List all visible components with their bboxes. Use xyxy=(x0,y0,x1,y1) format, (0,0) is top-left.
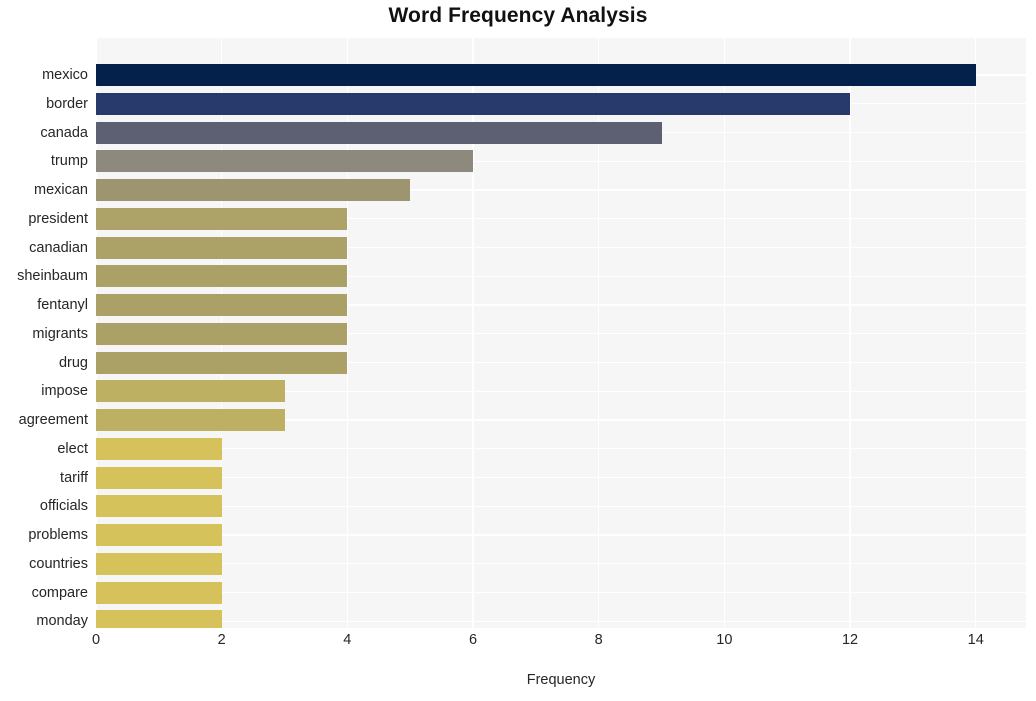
y-tick-label-tariff: tariff xyxy=(60,469,88,486)
y-tick-label-sheinbaum: sheinbaum xyxy=(17,268,88,285)
y-tick-label-officials: officials xyxy=(39,498,88,515)
x-tick-label-12: 12 xyxy=(841,632,859,648)
y-tick-label-agreement: agreement xyxy=(18,412,88,429)
y-tick-label-problems: problems xyxy=(28,527,88,544)
y-axis-tick-labels: mexico border canada trump mexican president c… xyxy=(0,38,1036,630)
x-axis-tick-labels: 0 2 4 6 8 10 12 14 xyxy=(0,632,1036,662)
x-tick-label-10: 10 xyxy=(716,632,733,648)
y-tick-label-trump: trump xyxy=(50,153,88,170)
y-tick-label-president: president xyxy=(28,210,88,227)
y-tick-label-elect: elect xyxy=(57,440,88,457)
y-tick-label-countries: countries xyxy=(29,555,88,572)
x-tick-label-8: 8 xyxy=(594,632,603,648)
y-tick-label-canadian: canadian xyxy=(29,239,88,256)
y-tick-label-canada: canada xyxy=(40,124,88,141)
x-tick-label-6: 6 xyxy=(468,632,478,648)
chart-figure: Word Frequency Analysis mexico border cana… xyxy=(0,0,1036,701)
x-tick-label-4: 4 xyxy=(343,632,352,648)
y-tick-label-impose: impose xyxy=(41,383,88,400)
x-tick-label-2: 2 xyxy=(217,632,226,648)
x-tick-label-14: 14 xyxy=(967,632,984,648)
y-tick-label-fentanyl: fentanyl xyxy=(37,297,88,314)
x-tick-label-0: 0 xyxy=(91,632,101,648)
y-tick-label-drug: drug xyxy=(58,354,88,371)
x-axis-label: Frequency xyxy=(526,672,596,688)
y-tick-label-migrants: migrants xyxy=(32,325,88,342)
y-tick-label-monday: monday xyxy=(36,613,88,630)
y-tick-label-mexico: mexico xyxy=(42,67,88,83)
chart-title: Word Frequency Analysis xyxy=(388,4,648,27)
y-tick-label-border: border xyxy=(46,95,88,112)
y-tick-label-mexican: mexican xyxy=(34,182,88,198)
y-tick-label-compare: compare xyxy=(31,584,88,601)
